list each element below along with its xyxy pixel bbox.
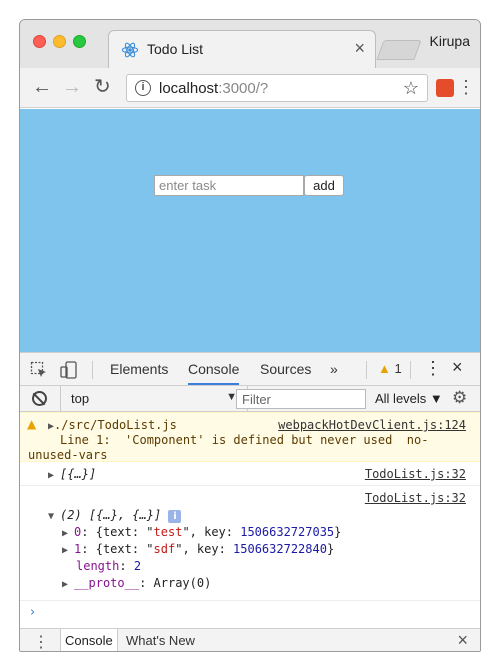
warning-source-link[interactable]: webpackHotDevClient.js:124 xyxy=(278,418,466,432)
console-output: ▲ ▶./src/TodoList.js webpackHotDevClient… xyxy=(20,412,480,632)
drawer-menu-icon[interactable]: ⋮ xyxy=(33,632,49,651)
warning-count-badge[interactable]: ▲ 1 xyxy=(378,361,402,376)
toolbar-divider xyxy=(410,361,411,379)
log-source-link[interactable]: TodoList.js:32 xyxy=(365,467,466,481)
devtools-tab-bar: Elements Console Sources » ▲ 1 ⋮ × xyxy=(20,352,480,386)
log-expand[interactable]: ▶ [{…}] xyxy=(48,467,96,481)
array-item-1[interactable]: ▶ 1: {text: "sdf", key: 1506632722840} xyxy=(62,542,334,556)
drawer-tab-whats-new[interactable]: What's New xyxy=(126,633,195,648)
extension-icon[interactable] xyxy=(436,79,454,97)
close-window-button[interactable] xyxy=(33,35,46,48)
browser-window: Todo List × Kirupa ← → ↻ i localhost:300… xyxy=(19,19,481,652)
console-log-message: TodoList.js:32 ▼ (2) [{…}, {…}] i ▶ 0: {… xyxy=(20,486,480,601)
react-logo-icon xyxy=(121,42,139,58)
toolbar-divider xyxy=(92,361,93,379)
back-arrow-icon[interactable]: ← xyxy=(32,77,52,97)
context-label: top xyxy=(71,391,90,406)
address-bar[interactable]: i localhost:3000/? ☆ xyxy=(126,74,428,102)
console-warning-message: ▲ ▶./src/TodoList.js webpackHotDevClient… xyxy=(20,412,480,462)
device-toolbar-icon[interactable] xyxy=(60,361,78,379)
more-tabs-icon[interactable]: » xyxy=(330,361,338,377)
console-settings-gear-icon[interactable]: ⚙ xyxy=(452,388,467,408)
forward-arrow-icon[interactable]: → xyxy=(62,77,82,97)
context-selector[interactable]: top ▼ xyxy=(60,386,248,411)
filter-input[interactable] xyxy=(236,389,366,409)
info-icon: i xyxy=(168,510,182,523)
warning-icon: ▲ xyxy=(378,361,391,376)
bookmark-star-icon[interactable]: ☆ xyxy=(403,78,419,99)
close-devtools-icon[interactable]: × xyxy=(452,357,463,378)
array-item-0[interactable]: ▶ 0: {text: "test", key: 1506632727035} xyxy=(62,525,341,539)
info-icon[interactable]: i xyxy=(135,80,151,96)
new-tab-button[interactable] xyxy=(376,40,422,60)
close-drawer-icon[interactable]: × xyxy=(457,630,468,651)
array-length: length: 2 xyxy=(76,559,142,573)
warning-expand[interactable]: ▶./src/TodoList.js xyxy=(48,418,177,432)
profile-name[interactable]: Kirupa xyxy=(430,33,470,49)
tab-elements[interactable]: Elements xyxy=(110,361,168,377)
add-button[interactable]: add xyxy=(304,175,344,196)
console-prompt-icon[interactable]: › xyxy=(30,605,35,620)
reload-icon[interactable]: ↻ xyxy=(94,77,111,97)
page-content: add xyxy=(20,109,480,352)
clear-console-icon[interactable] xyxy=(32,391,47,406)
warning-line-2: unused-vars xyxy=(28,448,108,462)
warning-line-1: Line 1: 'Component' is defined but never… xyxy=(60,433,429,447)
warning-icon: ▲ xyxy=(27,417,37,431)
task-input[interactable] xyxy=(154,175,304,196)
array-proto[interactable]: ▶ __proto__: Array(0) xyxy=(62,576,211,590)
array-summary[interactable]: ▼ (2) [{…}, {…}] i xyxy=(48,508,182,523)
devtools-drawer: ⋮ Console What's New × xyxy=(20,628,480,651)
maximize-window-button[interactable] xyxy=(73,35,86,48)
browser-toolbar: ← → ↻ i localhost:3000/? ☆ ⋮ xyxy=(20,68,480,108)
log-source-link[interactable]: TodoList.js:32 xyxy=(365,491,466,505)
console-log-message: ▶ [{…}] TodoList.js:32 xyxy=(20,462,480,486)
url-text[interactable]: localhost:3000/? xyxy=(159,80,268,97)
tab-console[interactable]: Console xyxy=(188,361,240,385)
browser-tab[interactable]: Todo List × xyxy=(108,30,376,68)
title-bar: Todo List × Kirupa xyxy=(20,20,480,68)
tab-title: Todo List xyxy=(147,41,204,57)
minimize-window-button[interactable] xyxy=(53,35,66,48)
browser-menu-icon[interactable]: ⋮ xyxy=(457,77,475,97)
log-levels-dropdown[interactable]: All levels ▼ xyxy=(375,391,443,406)
drawer-tab-console[interactable]: Console xyxy=(60,629,118,651)
tab-sources[interactable]: Sources xyxy=(260,361,311,377)
devtools-menu-icon[interactable]: ⋮ xyxy=(424,358,442,379)
console-toolbar: top ▼ All levels ▼ ⚙ xyxy=(20,386,480,412)
inspect-element-icon[interactable] xyxy=(30,361,48,379)
close-tab-icon[interactable]: × xyxy=(354,38,365,59)
toolbar-divider xyxy=(366,361,367,379)
